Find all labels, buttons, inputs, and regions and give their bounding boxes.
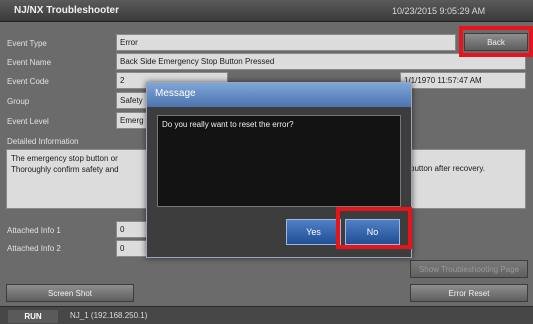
event-name-label: Event Name <box>7 58 52 67</box>
event-level-label: Event Level <box>7 117 49 126</box>
detailed-information-label: Detailed Information <box>7 137 79 146</box>
attached-info-2-label: Attached Info 2 <box>7 244 61 253</box>
event-type-label: Event Type <box>7 39 47 48</box>
detail-line-2-tail: button after recovery. <box>410 164 485 173</box>
event-code-label: Event Code <box>7 77 49 86</box>
group-label: Group <box>7 97 30 106</box>
app-title: NJ/NX Troubleshooter <box>14 5 120 16</box>
attached-info-1-label: Attached Info 1 <box>7 226 61 235</box>
run-mode-badge: RUN <box>8 310 58 323</box>
yes-button[interactable]: Yes <box>286 219 341 245</box>
datetime-display: 10/23/2015 9:05:29 AM <box>392 6 486 16</box>
event-time-field: 1/1/1970 11:57:47 AM <box>400 72 526 89</box>
controller-node: NJ_1 (192.168.250.1) <box>70 311 148 320</box>
event-type-field: Error <box>116 34 456 51</box>
title-bar: NJ/NX Troubleshooter 10/23/2015 9:05:29 … <box>0 0 533 22</box>
dialog-message: Do you really want to reset the error? <box>157 115 401 207</box>
back-highlight <box>459 26 533 57</box>
status-bar: RUN NJ_1 (192.168.250.1) <box>0 306 533 324</box>
dialog-title: Message <box>147 83 411 107</box>
error-reset-button[interactable]: Error Reset <box>410 284 528 302</box>
screen-shot-button[interactable]: Screen Shot <box>6 284 134 302</box>
show-troubleshooting-page-button[interactable]: Show Troubleshooting Page <box>410 260 528 278</box>
no-button-highlight <box>336 207 412 249</box>
